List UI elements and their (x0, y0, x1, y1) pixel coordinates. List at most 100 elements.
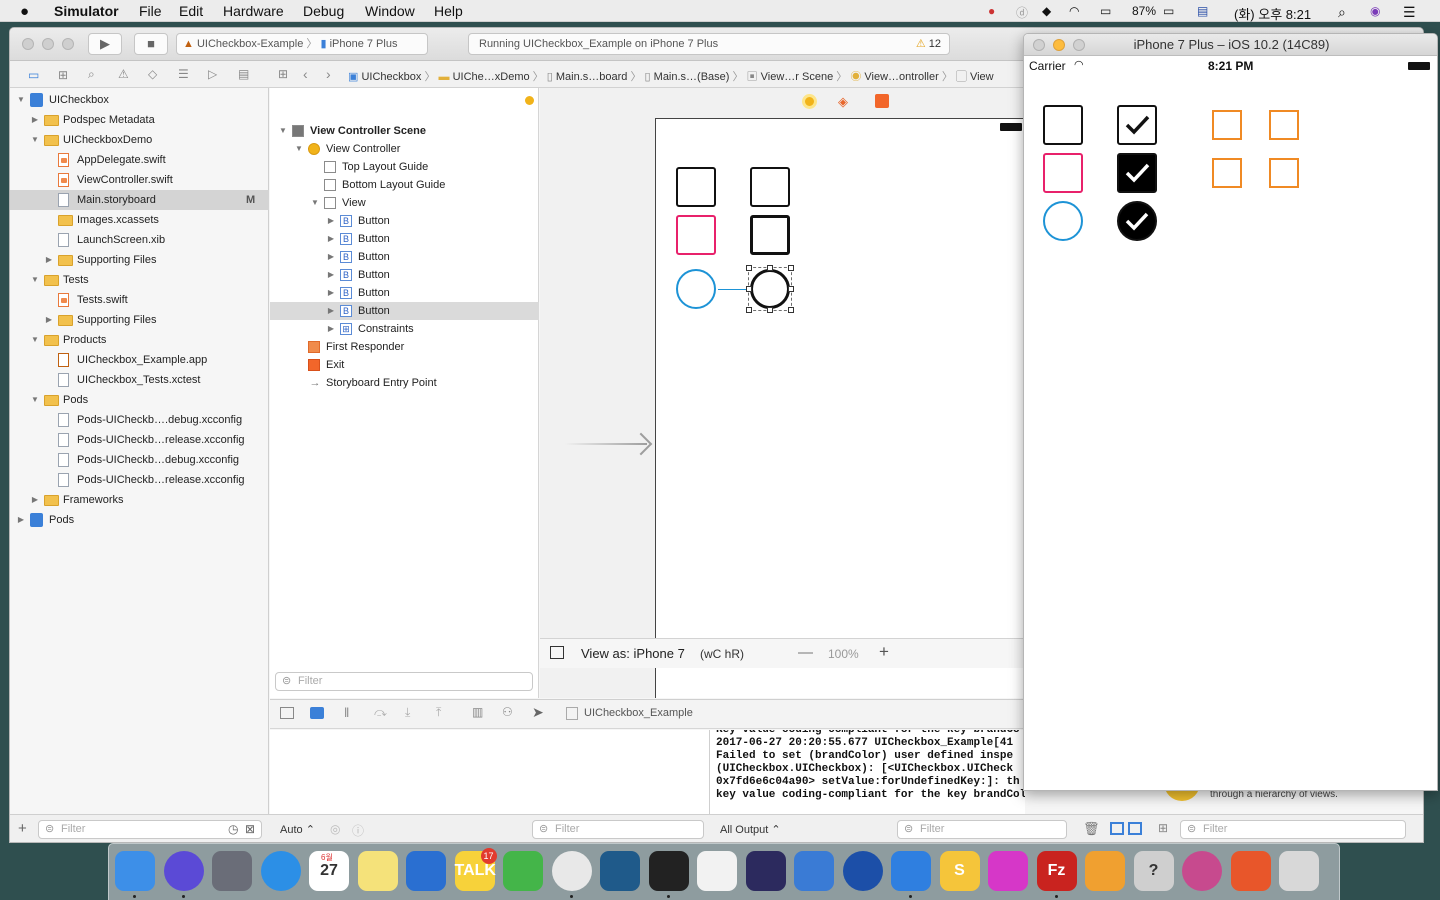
menu-help[interactable]: Help (434, 3, 463, 19)
notification-center-icon[interactable]: ☰ (1403, 4, 1416, 21)
issue-navigator-icon[interactable]: ⚠ (118, 67, 129, 81)
siri-icon[interactable] (163, 851, 204, 891)
outline-row[interactable]: ▼ View Controller Scene (270, 122, 539, 140)
quick-look-icon[interactable]: ◎ (330, 822, 340, 836)
show-console-icon[interactable] (1128, 822, 1142, 835)
disclosure-closed-icon[interactable]: ▶ (44, 250, 54, 270)
disclosure-closed-icon[interactable]: ▶ (30, 110, 40, 130)
launchpad-icon[interactable] (212, 851, 252, 891)
view-as-device[interactable]: View as: iPhone 7 (581, 646, 685, 661)
pause-icon[interactable]: ‖ (344, 705, 349, 720)
disclosure-closed-icon[interactable]: ▶ (326, 212, 336, 230)
canvas-checkbox-black[interactable] (750, 215, 790, 255)
navigator-row[interactable]: AppDelegate.swift (10, 150, 269, 170)
zoom-window-button[interactable] (62, 38, 74, 50)
test-navigator-icon[interactable]: ◇ (148, 67, 157, 81)
sim-close-button[interactable] (1033, 39, 1045, 51)
apple-menu-icon[interactable]: ● (20, 3, 29, 20)
flag-input-icon[interactable]: ▤ (1197, 4, 1208, 18)
canvas-checkbox-circle-blue[interactable] (676, 269, 716, 309)
navigator-row[interactable]: ▶ Pods (10, 510, 269, 530)
scm-filter-icon[interactable]: ⊠ (245, 822, 255, 836)
step-into-icon[interactable]: ⤓ (405, 705, 410, 720)
crumb-scene[interactable]: View…r Scene (761, 71, 834, 83)
disclosure-open-icon[interactable]: ▼ (30, 330, 40, 350)
trash-icon[interactable] (1279, 851, 1319, 891)
navigator-row[interactable]: UICheckbox_Example.app (10, 350, 269, 370)
sim-checkbox-circle-checked[interactable] (1117, 201, 1157, 241)
navigator-row[interactable]: Tests.swift (10, 290, 269, 310)
find-navigator-icon[interactable]: ⌕ (88, 67, 95, 82)
console-output-select[interactable]: All Output ⌃ (720, 823, 781, 836)
scheme-selector[interactable]: ▲ UICheckbox-Example 〉 ▮ iPhone 7 Plus (176, 33, 428, 55)
navigator-row[interactable]: ▶ Frameworks (10, 490, 269, 510)
sim-checkbox-black-checked[interactable] (1117, 153, 1157, 193)
library-filter-input[interactable]: Filter (1180, 820, 1406, 839)
stop-button[interactable]: ■ (134, 33, 168, 55)
sim-orange-box-2[interactable] (1269, 110, 1299, 140)
outline-row[interactable]: ▶ B Button (270, 302, 539, 320)
navigator-row[interactable]: Pods-UICheckb…release.xcconfig (10, 470, 269, 490)
disclosure-closed-icon[interactable]: ▶ (326, 248, 336, 266)
simulate-location-icon[interactable]: ➤ (532, 704, 544, 721)
console-output[interactable]: Key value coding-compliant for the key b… (710, 730, 1025, 815)
resize-handle-l[interactable] (746, 286, 752, 292)
run-button[interactable]: ▶ (88, 33, 122, 55)
variables-scope-select[interactable]: Auto ⌃ (280, 823, 315, 836)
zoom-out-button[interactable]: — (798, 644, 813, 661)
project-navigator-icon[interactable]: ▭ (28, 68, 39, 82)
paw-icon[interactable] (1230, 851, 1271, 891)
outline-row[interactable]: ▶ B Button (270, 248, 539, 266)
sim-orange-box-4[interactable] (1269, 158, 1299, 188)
battery-percent[interactable]: 87% (1132, 4, 1156, 18)
sim-minimize-button[interactable] (1053, 39, 1065, 51)
xcode-icon[interactable] (891, 851, 931, 891)
report-navigator-icon[interactable]: ▤ (238, 67, 249, 81)
eclipse-icon[interactable] (745, 851, 786, 891)
menu-window[interactable]: Window (365, 3, 415, 19)
outline-row[interactable]: Top Layout Guide (270, 158, 539, 176)
crumb-project[interactable]: UICheckbox (361, 71, 421, 83)
document-outline-toggle-icon[interactable] (550, 646, 564, 659)
crumb-view[interactable]: View (970, 71, 994, 83)
view-controller-scene[interactable] (655, 118, 1025, 698)
info-icon[interactable]: ⓘ (352, 822, 364, 839)
storyboard-canvas[interactable]: ◈ (540, 88, 1025, 698)
disclosure-open-icon[interactable]: ▼ (30, 390, 40, 410)
navigator-row[interactable]: Pods-UICheckb…release.xcconfig (10, 430, 269, 450)
outline-row[interactable]: ▼ View Controller (270, 140, 539, 158)
spotlight-icon[interactable]: ⌕ (1338, 4, 1346, 21)
airplay-icon[interactable]: ▭ (1100, 4, 1111, 18)
crumb-base[interactable]: Main.s…(Base) (654, 71, 730, 83)
navigator-row[interactable]: ▼ Tests (10, 270, 269, 290)
disclosure-open-icon[interactable]: ▼ (16, 90, 26, 110)
breakpoint-navigator-icon[interactable]: ▷ (208, 67, 217, 81)
dropbox-icon[interactable]: ◆ (1042, 4, 1051, 18)
scene-vc-icon[interactable] (802, 94, 817, 109)
keynote-icon[interactable] (406, 851, 446, 891)
resize-handle-bl[interactable] (746, 307, 752, 313)
zoom-in-button[interactable]: + (879, 642, 889, 662)
navigator-row[interactable]: ▼ UICheckbox (10, 90, 269, 110)
dash-icon[interactable] (1085, 851, 1125, 891)
record-status-icon[interactable]: ● (988, 4, 995, 18)
outline-row[interactable]: ▶ ⊞ Constraints (270, 320, 539, 338)
minimize-window-button[interactable] (42, 38, 54, 50)
disclosure-closed-icon[interactable]: ▶ (16, 510, 26, 530)
disclosure-closed-icon[interactable]: ▶ (30, 490, 40, 510)
resize-handle-tr[interactable] (788, 265, 794, 271)
disclosure-open-icon[interactable]: ▼ (30, 130, 40, 150)
resize-handle-r[interactable] (788, 286, 794, 292)
breakpoints-toggle-icon[interactable] (310, 707, 324, 719)
disclosure-closed-icon[interactable]: ▶ (326, 284, 336, 302)
navigator-row[interactable]: Images.xcassets (10, 210, 269, 230)
sim-orange-box-1[interactable] (1212, 110, 1242, 140)
resize-handle-br[interactable] (788, 307, 794, 313)
sim-checkbox-unchecked-square[interactable] (1043, 105, 1083, 145)
navigator-row[interactable]: ▼ Products (10, 330, 269, 350)
menu-edit[interactable]: Edit (179, 3, 203, 19)
disclosure-closed-icon[interactable]: ▶ (326, 320, 336, 338)
canvas-checkbox-pink[interactable] (676, 215, 716, 255)
filezilla-icon[interactable]: Fz (1036, 851, 1077, 891)
resize-handle-t[interactable] (767, 265, 773, 271)
